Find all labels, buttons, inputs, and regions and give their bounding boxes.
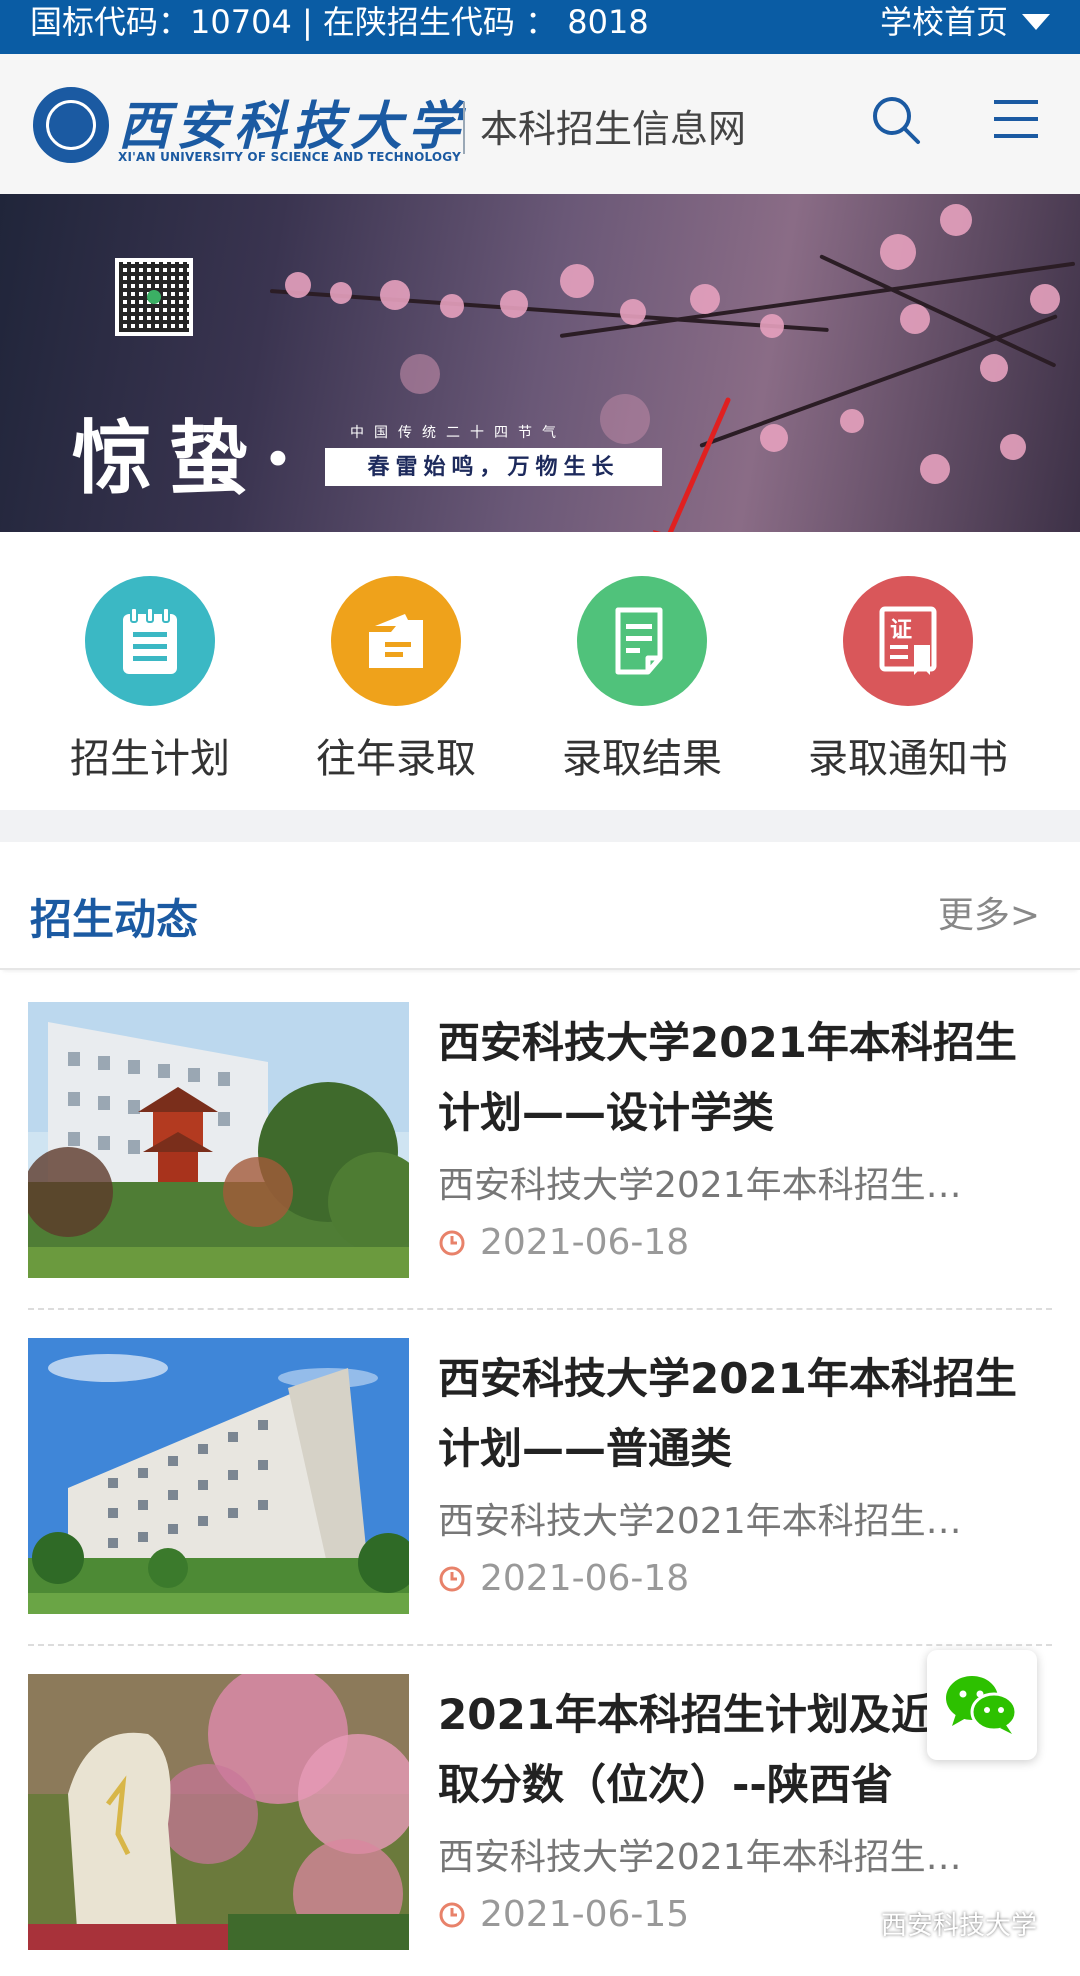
news-thumbnail xyxy=(28,1338,409,1614)
clock-icon xyxy=(439,1902,465,1927)
news-item-desc: 西安科技大学2021年本科招生… xyxy=(438,1501,962,1542)
blossom-decoration xyxy=(285,272,311,298)
quick-nav: 招生计划 往年录取 录取结果 证 录取通知书 xyxy=(0,532,1080,810)
quicknav-past-admissions[interactable]: 往年录取 xyxy=(276,576,516,784)
clock-icon xyxy=(439,1566,465,1591)
site-name: 本科招生信息网 xyxy=(480,107,747,151)
news-section-title: 招生动态 xyxy=(30,895,199,944)
news-thumbnail xyxy=(28,1002,409,1278)
news-header: 招生动态 更多> xyxy=(0,842,1080,970)
news-item[interactable]: 西安科技大学2021年本科招生计划——普通类 西安科技大学2021年本科招生… … xyxy=(28,1338,1052,1614)
blossom-decoration xyxy=(940,204,972,236)
news-item[interactable]: 西安科技大学2021年本科招生计划——设计学类 西安科技大学2021年本科招生…… xyxy=(28,1002,1052,1278)
banner-tagline: 春雷始鸣，万物生长 xyxy=(325,448,662,486)
dropdown-triangle-icon xyxy=(1022,14,1050,30)
school-home-link[interactable]: 学校首页 xyxy=(880,0,1050,44)
blossom-decoration xyxy=(380,280,410,310)
blossom-decoration xyxy=(840,409,864,433)
blossom-decoration xyxy=(880,234,916,270)
news-thumbnail xyxy=(28,1674,409,1950)
blossom-decoration xyxy=(560,264,594,298)
folder-icon xyxy=(331,576,461,706)
school-home-label: 学校首页 xyxy=(879,3,1008,41)
logo-chinese-name[interactable]: 西安科技大学 xyxy=(118,84,466,159)
top-info-bar: 国标代码：10704 | 在陕招生代码 ： 8018 学校首页 xyxy=(0,0,1080,54)
more-link[interactable]: 更多> xyxy=(938,886,1040,938)
blossom-decoration xyxy=(440,294,464,318)
news-item-desc: 西安科技大学2021年本科招生… xyxy=(438,1165,962,1206)
qr-code xyxy=(115,258,193,336)
search-button[interactable] xyxy=(868,92,924,148)
news-divider xyxy=(28,1308,1052,1310)
blossom-decoration xyxy=(760,424,788,452)
blossom-decoration xyxy=(980,354,1008,382)
watermark-text: 西安科技大学 xyxy=(881,1911,1038,1941)
hero-banner[interactable]: 惊蛰· 中国传统二十四节气 春雷始鸣，万物生长 xyxy=(0,194,1080,532)
wechat-watermark: 西安科技大学 xyxy=(843,1905,1037,1942)
wechat-icon xyxy=(946,1676,1018,1734)
clipboard-icon xyxy=(85,576,215,706)
site-header: 西安科技大学 XI'AN UNIVERSITY OF SCIENCE AND T… xyxy=(0,54,1080,194)
news-item-title: 西安科技大学2021年本科招生计划——设计学类 xyxy=(438,1018,1017,1137)
news-item-date-text: 2021-06-18 xyxy=(480,1558,690,1599)
university-seal-logo[interactable] xyxy=(33,87,109,163)
hamburger-menu-icon xyxy=(994,100,1038,138)
news-divider xyxy=(28,1644,1052,1646)
blossom-decoration xyxy=(1030,284,1060,314)
quicknav-label: 招生计划 xyxy=(70,736,230,782)
news-item-date: 2021-06-15 xyxy=(438,1894,689,1935)
banner-title: 惊蛰· xyxy=(72,411,308,505)
blossom-decoration xyxy=(1000,434,1026,460)
blossom-decoration xyxy=(690,284,720,314)
wechat-share-button[interactable] xyxy=(927,1650,1037,1760)
news-item-date-text: 2021-06-18 xyxy=(480,1222,690,1263)
branch-decoration xyxy=(699,314,1058,448)
admission-codes: 国标代码：10704 | 在陕招生代码 ： 8018 xyxy=(30,3,649,41)
wechat-outline-icon xyxy=(844,1911,872,1934)
news-item-date-text: 2021-06-15 xyxy=(480,1894,690,1935)
quicknav-label: 往年录取 xyxy=(316,736,476,782)
svg-text:证: 证 xyxy=(890,618,912,643)
news-item-title: 西安科技大学2021年本科招生计划——普通类 xyxy=(438,1354,1017,1473)
logo-divider xyxy=(463,102,465,154)
news-item-date: 2021-06-18 xyxy=(438,1558,689,1599)
blossom-decoration xyxy=(400,354,440,394)
clock-icon xyxy=(439,1230,465,1255)
blossom-decoration xyxy=(920,454,950,484)
certificate-icon: 证 xyxy=(843,576,973,706)
blossom-decoration xyxy=(620,299,646,325)
news-item-desc: 西安科技大学2021年本科招生… xyxy=(438,1837,962,1878)
logo-english-name: XI'AN UNIVERSITY OF SCIENCE AND TECHNOLO… xyxy=(118,150,461,164)
news-item-date: 2021-06-18 xyxy=(438,1222,689,1263)
quicknav-label: 录取通知书 xyxy=(808,736,1008,782)
blossom-decoration xyxy=(600,394,650,444)
search-icon xyxy=(873,97,920,144)
quicknav-enrollment-plan[interactable]: 招生计划 xyxy=(30,576,270,784)
blossom-decoration xyxy=(760,314,784,338)
blossom-decoration xyxy=(330,282,352,304)
menu-button[interactable] xyxy=(992,94,1040,144)
blossom-decoration xyxy=(900,304,930,334)
quicknav-admission-results[interactable]: 录取结果 xyxy=(522,576,762,784)
quicknav-label: 录取结果 xyxy=(562,736,722,782)
admission-news-section: 招生动态 更多> 西安科技大学2021年本科招生计划——设计学类 西安科技大学2… xyxy=(0,842,1080,1976)
blossom-decoration xyxy=(500,290,528,318)
document-icon xyxy=(577,576,707,706)
banner-subtitle: 中国传统二十四节气 xyxy=(350,425,566,441)
quicknav-admission-letter[interactable]: 证 录取通知书 xyxy=(788,576,1028,784)
